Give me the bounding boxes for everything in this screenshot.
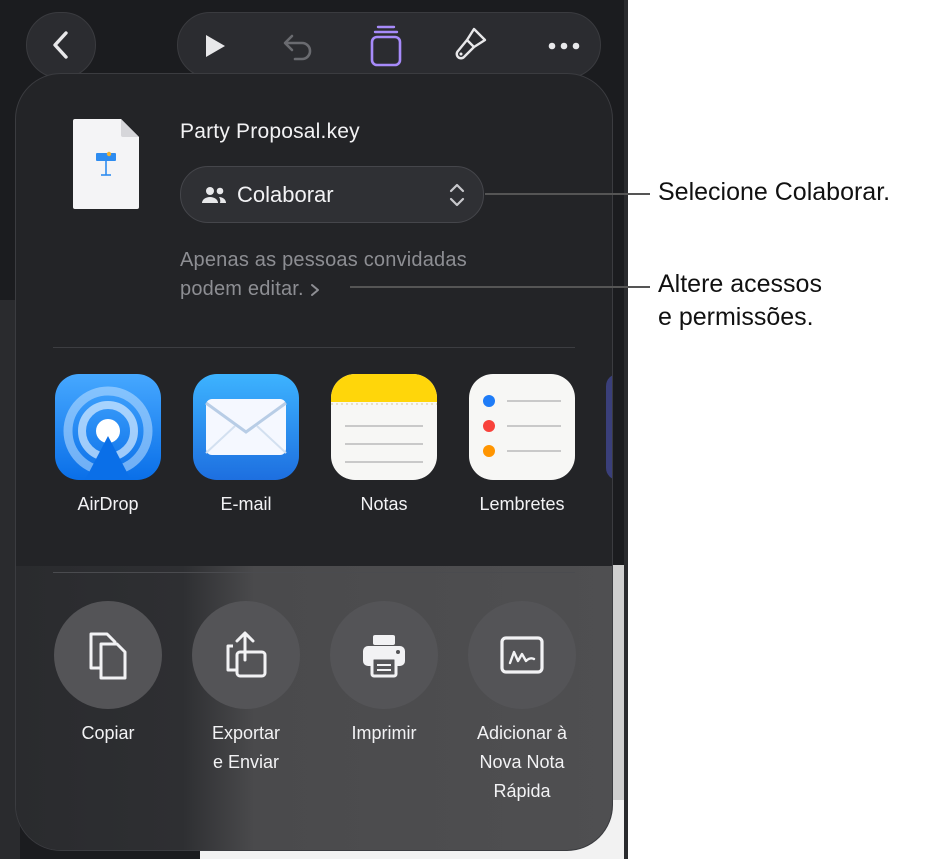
collaborate-label: Colaborar [237,181,334,207]
collaborate-selector[interactable]: Colaborar [180,166,484,223]
keynote-document-icon [73,119,139,209]
format-button[interactable] [440,13,500,79]
more-icon [548,42,580,50]
notes-icon [331,374,437,463]
device-screen: Party Proposal.key Colaborar Apenas as p… [0,0,628,859]
chevron-up-down-icon [449,183,465,207]
export-icon [226,631,267,678]
callout-change-access: Altere acessos e permissões. [658,268,822,334]
file-name: Party Proposal.key [180,120,360,143]
callout-line-collaborate [485,193,650,195]
quick-note-button[interactable] [468,601,576,709]
app-partial-next[interactable] [606,374,612,480]
action-label-line: Copiar [81,723,135,743]
share-sheet: Party Proposal.key Colaborar Apenas as p… [15,73,613,851]
app-label-airdrop: AirDrop [77,494,139,514]
action-label-print: Imprimir [314,719,454,748]
action-label-line: Imprimir [351,723,417,743]
toolbar [177,12,601,78]
chevron-left-icon [53,31,68,59]
paintbrush-icon [455,27,487,60]
app-notes[interactable] [331,374,437,480]
mail-icon [205,399,287,455]
callout-change-access-line2: e permissões. [658,303,814,331]
undo-icon [283,34,312,61]
app-airdrop[interactable] [55,374,161,480]
callout-line-access [350,286,650,288]
undo-button[interactable] [268,13,328,79]
print-icon [363,635,405,678]
play-icon [206,35,225,57]
action-label-line: e Enviar [212,752,280,772]
reminders-icon [483,395,561,457]
collaboration-button[interactable] [356,13,416,79]
chevron-right-icon [310,283,319,296]
back-button[interactable] [26,12,96,78]
print-button[interactable] [330,601,438,709]
play-button[interactable] [184,13,244,79]
collaboration-stack-icon [370,25,402,67]
app-mail[interactable] [193,374,299,480]
callout-select-collaborate: Selecione Colaborar. [658,178,891,206]
quick-note-icon [500,636,544,674]
action-label-line: Nova Nota [479,752,565,772]
more-button[interactable] [534,13,594,79]
action-label-export: Exportar e Enviar [176,719,316,777]
action-label-line: Exportar [211,723,281,743]
access-text-line2: podem editar. [180,278,304,300]
app-reminders[interactable] [469,374,575,480]
app-label-mail: E-mail [220,494,272,514]
action-label-line: Adicionar à [476,723,568,743]
app-label-notes: Notas [360,494,408,514]
action-label-quick-note: Adicionar à Nova Nota Rápida [452,719,592,806]
people-icon [202,186,226,203]
airdrop-icon [63,386,153,480]
action-label-line: Rápida [493,781,551,801]
action-label-copy: Copiar [38,719,178,748]
callout-change-access-line1: Altere acessos [658,270,822,298]
divider [53,572,575,573]
access-text-line1: Apenas as pessoas convidadas [180,249,467,271]
export-button[interactable] [192,601,300,709]
app-label-reminders: Lembretes [479,494,565,514]
access-permissions-link[interactable]: Apenas as pessoas convidadas podem edita… [180,246,560,304]
device-edge [624,0,628,859]
divider [53,347,575,348]
copy-icon [89,632,127,680]
copy-button[interactable] [54,601,162,709]
